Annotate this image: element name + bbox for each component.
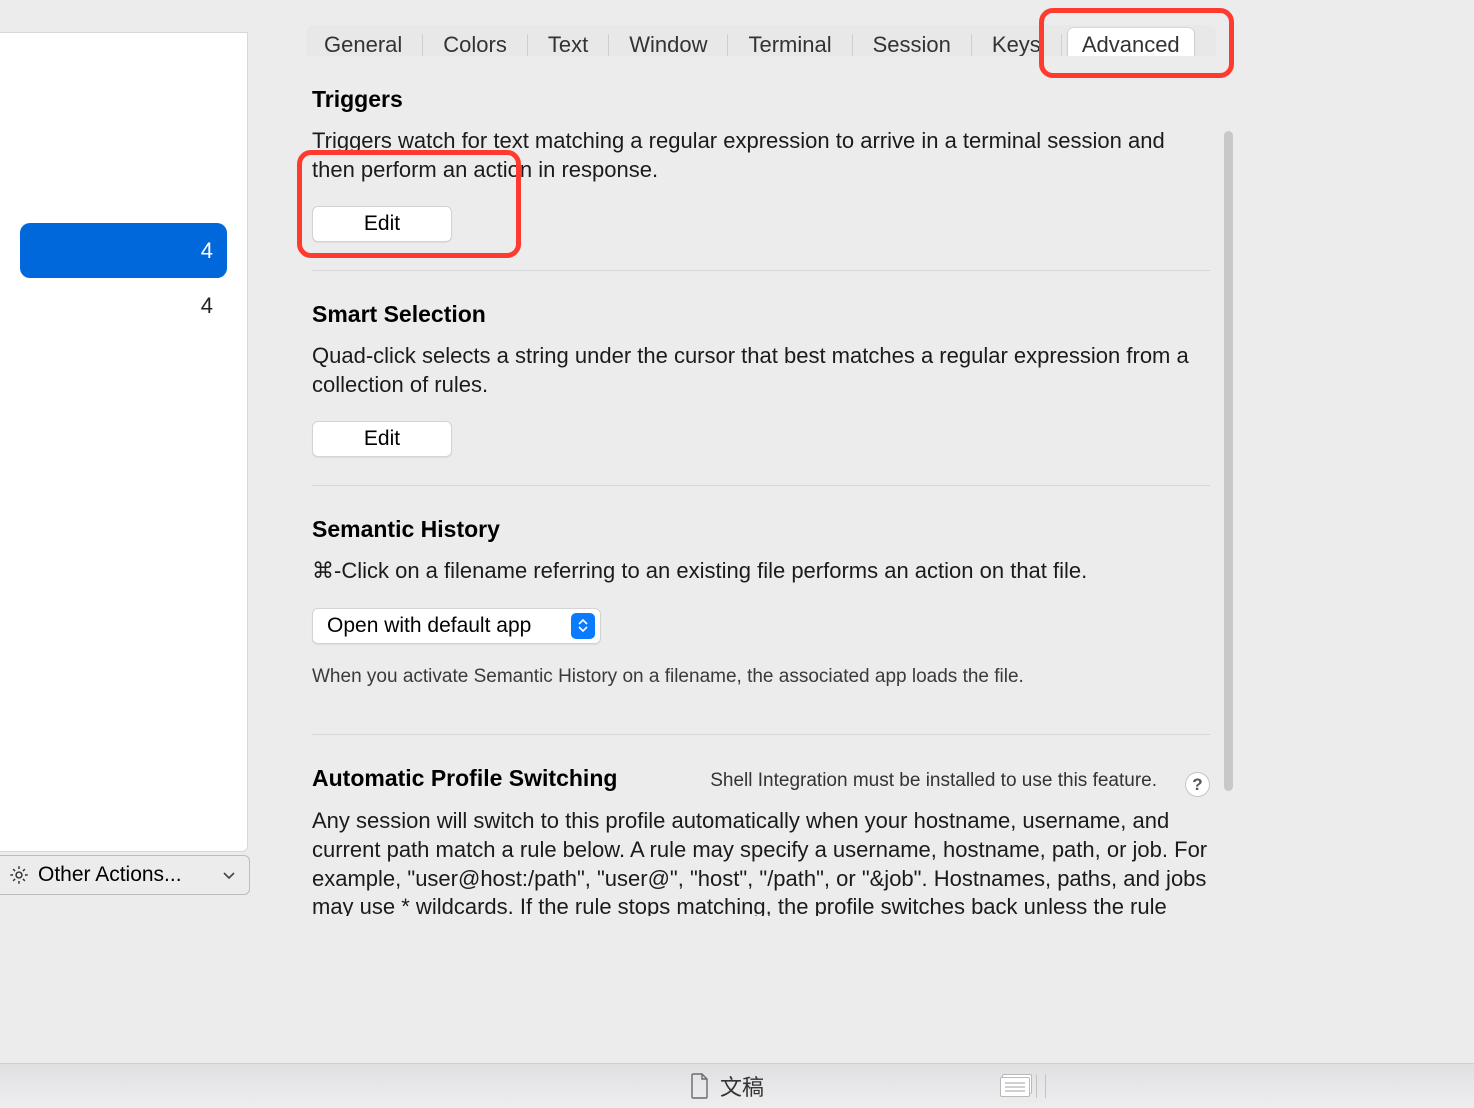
profiles-list: 4 4 [0, 93, 247, 333]
preferences-window: General Colors Text Window Terminal Sess… [0, 0, 1260, 920]
dock-fragment: 文稿 [0, 1063, 1474, 1108]
tab-separator [852, 34, 853, 56]
bottom-actions-area: Other Actions... [0, 855, 250, 920]
tab-separator [422, 34, 423, 56]
tab-separator [1061, 34, 1062, 56]
aps-note: Shell Integration must be installed to u… [710, 770, 1157, 792]
triggers-edit-button[interactable]: Edit [312, 206, 452, 242]
gear-icon [8, 864, 30, 886]
advanced-content: Triggers Triggers watch for text matchin… [280, 56, 1238, 916]
profile-item-label: 4 [201, 238, 213, 264]
section-desc-smart-selection: Quad-click selects a string under the cu… [312, 342, 1210, 399]
document-icon [690, 1073, 710, 1099]
smart-selection-edit-button[interactable]: Edit [312, 421, 452, 457]
dock-side-icon [1036, 1074, 1046, 1098]
chevron-down-icon [223, 868, 235, 883]
section-semantic-history: Semantic History ⌘-Click on a filename r… [312, 516, 1210, 735]
scroll-area: Triggers Triggers watch for text matchin… [280, 66, 1238, 916]
stack-icon [1000, 1074, 1032, 1098]
semantic-history-select[interactable]: Open with default app [312, 608, 601, 644]
tab-separator [527, 34, 528, 56]
vertical-scrollbar[interactable] [1224, 131, 1233, 791]
section-title-smart-selection: Smart Selection [312, 301, 1210, 328]
semantic-history-hint: When you activate Semantic History on a … [312, 666, 1210, 688]
section-title-aps: Automatic Profile Switching [312, 765, 617, 792]
other-actions-label: Other Actions... [38, 863, 182, 887]
tab-separator [971, 34, 972, 56]
dock-item-stack[interactable] [1000, 1072, 1055, 1100]
help-button[interactable]: ? [1185, 772, 1210, 797]
section-desc-triggers: Triggers watch for text matching a regul… [312, 127, 1210, 184]
select-stepper-icon [571, 613, 595, 639]
section-title-semantic-history: Semantic History [312, 516, 1210, 543]
profile-item[interactable]: 4 [20, 278, 227, 333]
dock-item-label[interactable]: 文稿 [720, 1070, 764, 1102]
tab-separator [727, 34, 728, 56]
profiles-sidebar: 4 4 [0, 32, 248, 852]
section-triggers: Triggers Triggers watch for text matchin… [312, 86, 1210, 271]
section-desc-semantic-history: ⌘-Click on a filename referring to an ex… [312, 557, 1210, 586]
other-actions-dropdown[interactable]: Other Actions... [0, 855, 250, 895]
profile-item-label: 4 [201, 293, 213, 319]
tab-separator [608, 34, 609, 56]
section-automatic-profile-switching: Automatic Profile Switching Shell Integr… [312, 765, 1210, 916]
section-smart-selection: Smart Selection Quad-click selects a str… [312, 301, 1210, 486]
section-title-triggers: Triggers [312, 86, 1210, 113]
profile-item-selected[interactable]: 4 [20, 223, 227, 278]
semantic-history-select-value: Open with default app [327, 614, 531, 638]
section-desc-aps: Any session will switch to this profile … [312, 807, 1210, 916]
